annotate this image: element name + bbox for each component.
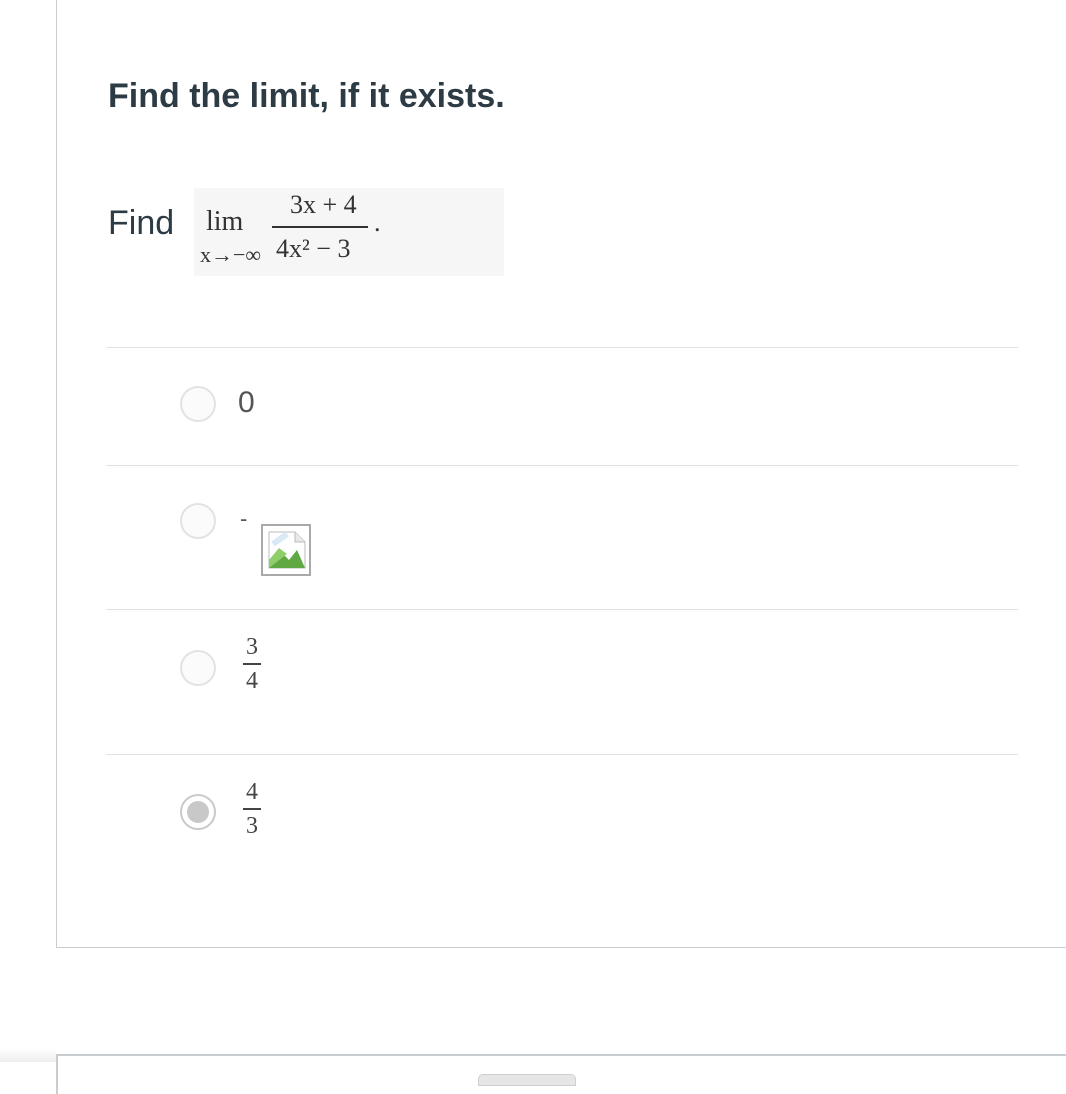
bottom-shadow: [0, 1048, 56, 1062]
answer-4-numerator: 4: [246, 779, 258, 805]
answer-4-fraction-bar: [243, 808, 261, 810]
lim-subscript: x→−∞: [200, 242, 262, 267]
question-prompt: Find lim x→−∞ 3x + 4 4x² − 3 .: [108, 188, 508, 278]
question-heading: Find the limit, if it exists.: [108, 77, 505, 115]
answer-option-2[interactable]: -: [106, 466, 1018, 609]
answer-1-radio[interactable]: [180, 386, 216, 422]
limit-formula-image: lim x→−∞ 3x + 4 4x² − 3 .: [194, 188, 504, 276]
formula-period: .: [374, 208, 381, 237]
answer-option-1[interactable]: 0: [106, 348, 1018, 465]
answer-3-numerator: 3: [246, 634, 258, 660]
find-word: Find: [108, 204, 175, 242]
answer-3-fraction: 3 4: [240, 634, 264, 694]
lim-operator: lim: [206, 206, 244, 237]
answer-3-fraction-bar: [243, 663, 261, 665]
formula-numerator: 3x + 4: [290, 190, 357, 219]
answer-4-denominator: 3: [246, 813, 258, 839]
fraction-bar: [272, 226, 368, 228]
answer-4-radio[interactable]: [180, 794, 216, 830]
answer-option-4[interactable]: 4 3: [106, 755, 1018, 895]
formula-denominator: 4x² − 3: [276, 234, 351, 263]
answer-3-denominator: 4: [246, 668, 258, 694]
answer-2-radio[interactable]: [180, 503, 216, 539]
broken-image-icon: [261, 524, 311, 576]
answer-4-fraction: 4 3: [240, 779, 264, 839]
answer-1-label: 0: [238, 386, 255, 419]
answer-option-3[interactable]: 3 4: [106, 610, 1018, 754]
answer-3-radio[interactable]: [180, 650, 216, 686]
bottom-tab: [478, 1074, 576, 1086]
answer-2-minus: -: [240, 506, 248, 531]
radio-selected-dot: [187, 801, 209, 823]
